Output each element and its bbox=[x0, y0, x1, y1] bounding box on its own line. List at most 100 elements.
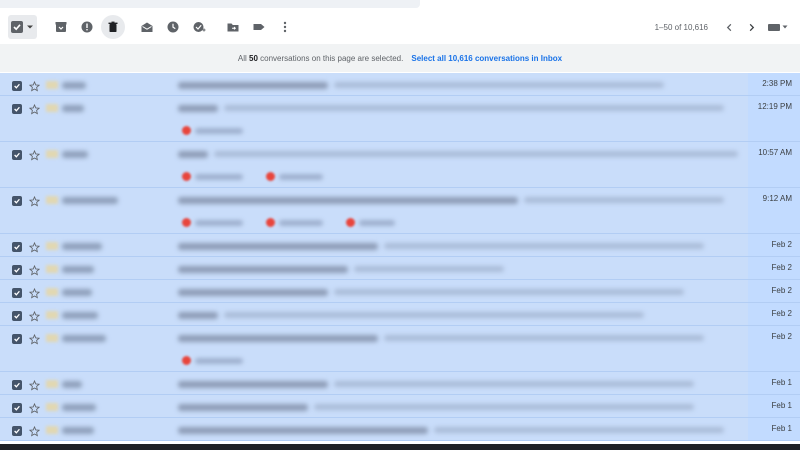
row-checkbox-checked-icon[interactable] bbox=[12, 311, 22, 321]
row-checkbox-checked-icon[interactable] bbox=[12, 196, 22, 206]
row-checkbox-checked-icon[interactable] bbox=[12, 334, 22, 344]
row-checkbox-checked-icon[interactable] bbox=[12, 426, 22, 436]
input-tools-button[interactable] bbox=[768, 23, 788, 31]
email-row[interactable]: Feb 2 bbox=[0, 326, 800, 372]
attachment-chip[interactable] bbox=[182, 125, 243, 136]
row-checkbox-checked-icon[interactable] bbox=[12, 288, 22, 298]
subject-blurred bbox=[178, 312, 218, 319]
importance-marker-icon[interactable] bbox=[46, 242, 58, 250]
subject-blurred bbox=[178, 289, 328, 296]
star-icon[interactable] bbox=[28, 332, 41, 350]
star-icon[interactable] bbox=[28, 102, 41, 120]
importance-marker-icon[interactable] bbox=[46, 311, 58, 319]
email-row[interactable]: 10:57 AM bbox=[0, 142, 800, 188]
importance-marker-icon[interactable] bbox=[46, 288, 58, 296]
email-time: Feb 1 bbox=[771, 378, 792, 387]
add-to-tasks-icon bbox=[193, 22, 206, 32]
importance-marker-icon[interactable] bbox=[46, 380, 58, 388]
attachment-chip[interactable] bbox=[182, 217, 243, 228]
star-icon[interactable] bbox=[28, 148, 41, 166]
email-row[interactable]: Feb 1 bbox=[0, 372, 800, 395]
select-all-conversations-link[interactable]: Select all 10,616 conversations in Inbox bbox=[411, 54, 562, 63]
attachment-chip[interactable] bbox=[182, 171, 243, 182]
attachment-chip[interactable] bbox=[266, 171, 323, 182]
select-all-button[interactable] bbox=[8, 15, 37, 39]
email-row[interactable]: Feb 1 bbox=[0, 418, 800, 441]
star-icon[interactable] bbox=[28, 286, 41, 304]
search-bar-edge[interactable] bbox=[0, 0, 420, 8]
add-to-tasks-button[interactable] bbox=[187, 15, 211, 39]
email-row[interactable]: Feb 2 bbox=[0, 234, 800, 257]
attachment-chip[interactable] bbox=[266, 217, 323, 228]
top-strip bbox=[0, 0, 800, 10]
attachment-chip[interactable] bbox=[346, 217, 395, 228]
move-to-button[interactable] bbox=[221, 15, 245, 39]
banner-prefix: All bbox=[237, 53, 247, 63]
attachment-icon bbox=[182, 126, 191, 135]
star-icon[interactable] bbox=[28, 378, 41, 396]
row-checkbox-checked-icon[interactable] bbox=[12, 81, 22, 91]
row-checkbox-checked-icon[interactable] bbox=[12, 104, 22, 114]
email-time: 12:19 PM bbox=[757, 102, 792, 111]
delete-icon bbox=[108, 21, 118, 32]
importance-marker-icon[interactable] bbox=[46, 265, 58, 273]
row-checkbox-checked-icon[interactable] bbox=[12, 150, 22, 160]
snippet-blurred bbox=[334, 289, 684, 295]
keyboard-icon bbox=[768, 23, 780, 31]
email-time: 9:12 AM bbox=[762, 194, 792, 203]
chevron-down-icon[interactable] bbox=[23, 18, 34, 36]
row-checkbox-checked-icon[interactable] bbox=[12, 242, 22, 252]
archive-button[interactable] bbox=[49, 15, 73, 39]
row-checkbox-checked-icon[interactable] bbox=[12, 380, 22, 390]
snippet-blurred bbox=[224, 312, 644, 318]
importance-marker-icon[interactable] bbox=[46, 104, 58, 112]
star-icon[interactable] bbox=[28, 401, 41, 419]
attachment-icon bbox=[346, 218, 355, 227]
star-icon[interactable] bbox=[28, 194, 41, 212]
attachment-name-blurred bbox=[359, 219, 395, 226]
sender-name-blurred bbox=[62, 151, 88, 158]
star-icon[interactable] bbox=[28, 309, 41, 327]
star-icon[interactable] bbox=[28, 79, 41, 97]
email-time: Feb 2 bbox=[771, 240, 792, 249]
report-spam-button[interactable] bbox=[75, 15, 99, 39]
email-row[interactable]: Feb 2 bbox=[0, 257, 800, 280]
star-icon[interactable] bbox=[28, 263, 41, 281]
snooze-button[interactable] bbox=[161, 15, 185, 39]
row-checkbox-checked-icon[interactable] bbox=[12, 265, 22, 275]
row-checkbox-checked-icon[interactable] bbox=[12, 403, 22, 413]
checkbox-checked-icon[interactable] bbox=[11, 21, 23, 33]
email-time: Feb 1 bbox=[771, 424, 792, 433]
mark-as-read-button[interactable] bbox=[135, 15, 159, 39]
email-row[interactable]: 2:38 PM bbox=[0, 73, 800, 96]
attachment-name-blurred bbox=[195, 219, 243, 226]
sender-name-blurred bbox=[62, 197, 118, 204]
snippet-blurred bbox=[314, 404, 694, 410]
attachment-chip[interactable] bbox=[182, 355, 243, 366]
importance-marker-icon[interactable] bbox=[46, 334, 58, 342]
importance-marker-icon[interactable] bbox=[46, 196, 58, 204]
email-time: 10:57 AM bbox=[758, 148, 792, 157]
email-row[interactable]: 9:12 AM bbox=[0, 188, 800, 234]
delete-button[interactable] bbox=[101, 15, 125, 39]
importance-marker-icon[interactable] bbox=[46, 426, 58, 434]
label-button[interactable] bbox=[247, 15, 271, 39]
subject-blurred bbox=[178, 381, 328, 388]
email-row[interactable]: Feb 1 bbox=[0, 395, 800, 418]
subject-blurred bbox=[178, 151, 208, 158]
chevron-right-icon bbox=[749, 23, 754, 31]
email-row[interactable]: Feb 2 bbox=[0, 303, 800, 326]
snippet-blurred bbox=[354, 266, 504, 272]
label-icon bbox=[253, 24, 265, 30]
next-page-button[interactable] bbox=[740, 16, 762, 38]
star-icon[interactable] bbox=[28, 240, 41, 258]
importance-marker-icon[interactable] bbox=[46, 403, 58, 411]
importance-marker-icon[interactable] bbox=[46, 81, 58, 89]
prev-page-button[interactable] bbox=[718, 16, 740, 38]
importance-marker-icon[interactable] bbox=[46, 150, 58, 158]
chevron-down-icon bbox=[782, 25, 788, 29]
more-button[interactable] bbox=[273, 15, 297, 39]
email-row[interactable]: Feb 2 bbox=[0, 280, 800, 303]
email-row[interactable]: 12:19 PM bbox=[0, 96, 800, 142]
star-icon[interactable] bbox=[28, 424, 41, 442]
